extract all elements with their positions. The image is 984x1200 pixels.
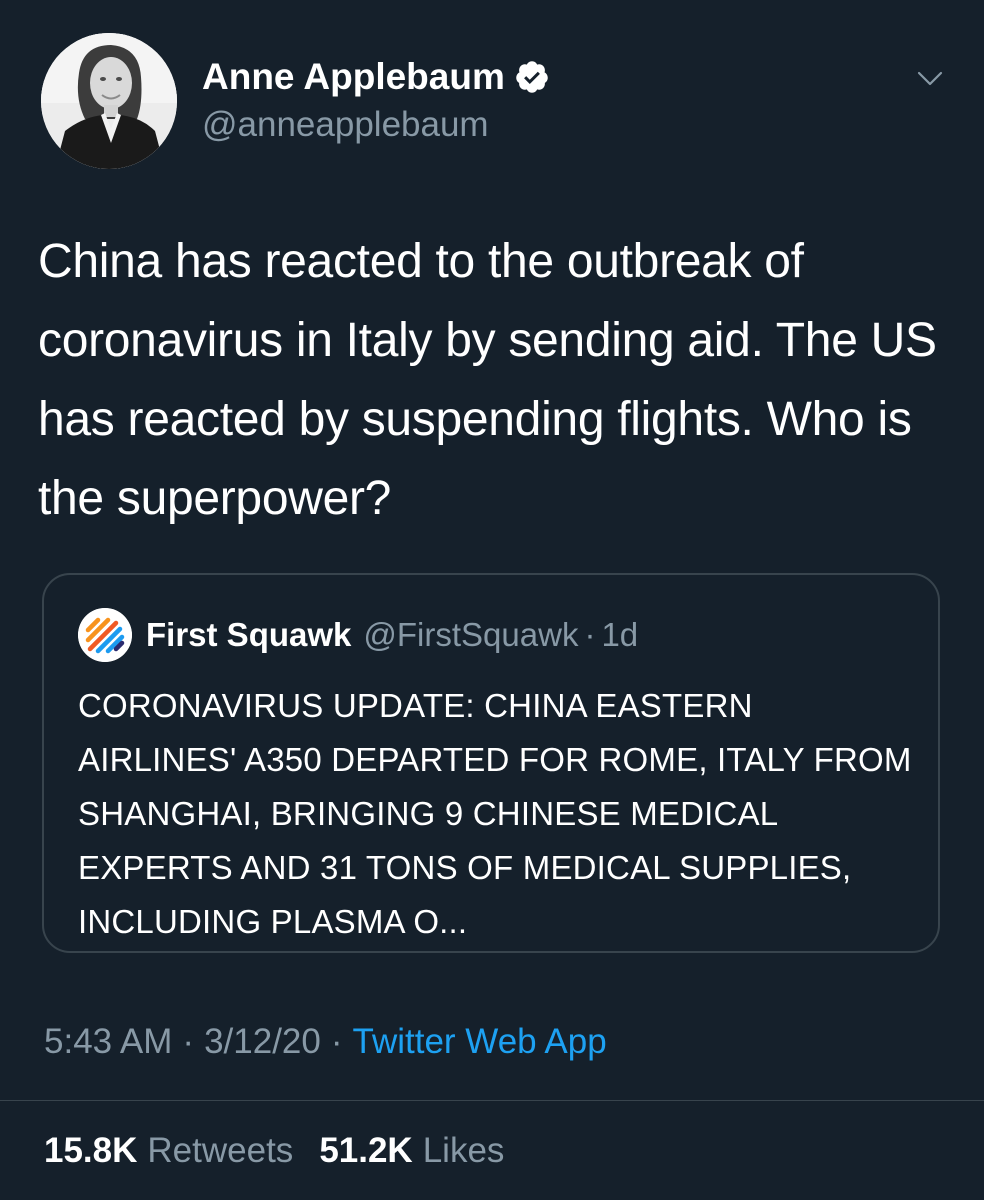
quoted-author-name[interactable]: First Squawk [146, 616, 351, 654]
tweet-date[interactable]: 3/12/20 [204, 1022, 321, 1061]
meta-separator-2: · [330, 1022, 343, 1061]
tweet-detail: Anne Applebaum @anneapplebaum China has … [0, 0, 984, 1200]
author-handle[interactable]: @anneapplebaum [202, 104, 489, 146]
first-squawk-logo-icon [78, 608, 132, 662]
quoted-tweet-card[interactable]: First Squawk @FirstSquawk · 1d CORONAVIR… [42, 573, 940, 953]
tweet-time[interactable]: 5:43 AM [44, 1022, 172, 1061]
retweets-count: 15.8K [44, 1131, 138, 1170]
tweet-meta: 5:43 AM · 3/12/20 · Twitter Web App [44, 1018, 607, 1066]
likes-stat[interactable]: 51.2K Likes [319, 1131, 504, 1170]
meta-separator: · [182, 1022, 195, 1061]
divider [0, 1100, 984, 1101]
verified-badge-icon [516, 61, 548, 93]
tweet-source-link[interactable]: Twitter Web App [353, 1022, 607, 1061]
retweets-stat[interactable]: 15.8K Retweets [44, 1131, 293, 1170]
author-name-text[interactable]: Anne Applebaum [202, 56, 505, 98]
quoted-tweet-text: CORONAVIRUS UPDATE: CHINA EASTERN AIRLIN… [78, 687, 912, 940]
likes-count: 51.2K [319, 1131, 413, 1170]
likes-label: Likes [422, 1131, 505, 1170]
quoted-author-handle[interactable]: @FirstSquawk [363, 616, 578, 654]
tweet-text: China has reacted to the outbreak of cor… [38, 235, 937, 525]
retweets-label: Retweets [147, 1131, 294, 1170]
quoted-separator: · [584, 616, 596, 653]
quoted-timestamp[interactable]: 1d [601, 616, 638, 654]
tweet-stats: 15.8K Retweets 51.2K Likes [44, 1127, 504, 1175]
quoted-tweet-header: First Squawk @FirstSquawk · 1d [78, 608, 638, 662]
chevron-down-icon[interactable] [914, 62, 946, 94]
author-avatar[interactable] [41, 33, 177, 169]
author-display-name[interactable]: Anne Applebaum [202, 56, 550, 98]
